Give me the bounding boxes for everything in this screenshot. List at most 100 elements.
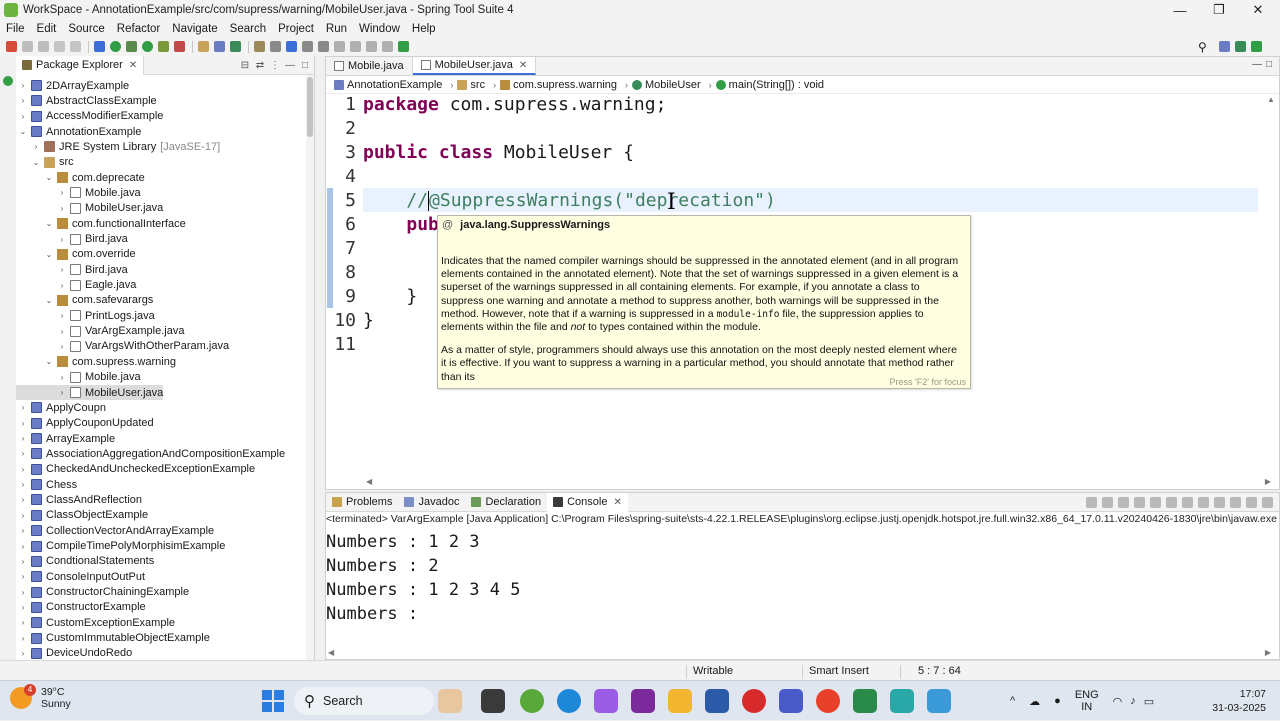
tree-item[interactable]: › 2DArrayExample bbox=[16, 78, 129, 93]
chevron-right-icon[interactable]: › bbox=[18, 542, 28, 551]
tree-item[interactable]: › Bird.java bbox=[16, 262, 128, 277]
maximize-view-icon[interactable]: □ bbox=[1263, 59, 1275, 70]
chevron-right-icon[interactable]: › bbox=[57, 188, 67, 197]
chevron-right-icon[interactable]: › bbox=[57, 311, 67, 320]
tree-item[interactable]: › Eagle.java bbox=[16, 278, 137, 293]
breadcrumb-method[interactable]: main(String[]) : void bbox=[715, 79, 824, 91]
spring-boot-dashboard-icon[interactable] bbox=[110, 41, 121, 52]
chevron-right-icon[interactable]: › bbox=[18, 588, 28, 597]
tree-item[interactable]: › ClassObjectExample bbox=[16, 508, 148, 523]
coverage-icon[interactable] bbox=[158, 41, 169, 52]
close-button[interactable]: ✕ bbox=[1238, 0, 1278, 20]
menu-edit[interactable]: Edit bbox=[31, 23, 63, 35]
edge-browser-icon[interactable] bbox=[557, 689, 581, 713]
close-icon[interactable]: ✕ bbox=[519, 60, 527, 71]
previous-annotation-icon[interactable] bbox=[350, 41, 361, 52]
chevron-right-icon[interactable]: › bbox=[31, 142, 41, 151]
tree-item[interactable]: › VarArgsWithOtherParam.java bbox=[16, 339, 229, 354]
minimize-view-icon[interactable] bbox=[1246, 497, 1257, 508]
terminal-icon[interactable] bbox=[94, 41, 105, 52]
chevron-up-icon[interactable]: ^ bbox=[1010, 695, 1015, 707]
link-with-editor-icon[interactable]: ⇄ bbox=[255, 60, 265, 71]
word-wrap-icon[interactable] bbox=[1166, 497, 1177, 508]
console-output[interactable]: Numbers : 1 2 3 Numbers : 2 Numbers : 1 … bbox=[326, 530, 1279, 626]
spring-perspective-icon[interactable] bbox=[1250, 41, 1262, 52]
tree-item[interactable]: › MobileUser.java bbox=[16, 385, 164, 400]
remove-all-icon[interactable] bbox=[1118, 497, 1129, 508]
tab-console[interactable]: Console ✕ bbox=[547, 492, 628, 512]
tree-item[interactable]: › AbstractClassExample bbox=[16, 93, 157, 108]
chevron-right-icon[interactable]: › bbox=[57, 388, 67, 397]
remove-launch-icon[interactable] bbox=[1102, 497, 1113, 508]
chevron-right-icon[interactable]: › bbox=[18, 480, 28, 489]
undo-icon[interactable] bbox=[54, 41, 65, 52]
microsoft-store-icon[interactable] bbox=[705, 689, 729, 713]
spring-tool-suite-taskbar-icon[interactable] bbox=[520, 689, 544, 713]
wifi-icon[interactable]: ◠ bbox=[1113, 695, 1123, 708]
toggle-mark-occurrences-icon[interactable] bbox=[286, 41, 297, 52]
tree-item[interactable]: › ApplyCouponUpdated bbox=[16, 416, 154, 431]
boot-dashboard-icon[interactable] bbox=[3, 76, 13, 86]
close-icon[interactable]: ✕ bbox=[129, 60, 137, 71]
tab-declaration[interactable]: Declaration bbox=[465, 493, 547, 512]
screen-recorder-icon[interactable] bbox=[742, 689, 766, 713]
pin-console-icon[interactable] bbox=[1182, 497, 1193, 508]
minimize-view-icon[interactable]: — bbox=[1251, 59, 1263, 70]
menu-file[interactable]: File bbox=[0, 23, 31, 35]
taskbar-clock[interactable]: 17:07 31-03-2025 bbox=[1212, 687, 1266, 715]
tree-item[interactable]: › AccessModifierExample bbox=[16, 109, 164, 124]
onedrive-cloud-icon[interactable]: ☁ bbox=[1029, 695, 1040, 708]
breadcrumb-package[interactable]: com.supress.warning bbox=[500, 79, 617, 91]
tree-item[interactable]: › VarArgExample.java bbox=[16, 324, 185, 339]
chevron-right-icon[interactable]: › bbox=[18, 403, 28, 412]
tree-item[interactable]: › JRE System Library [JavaSE-17] bbox=[16, 139, 220, 154]
tree-item[interactable]: › Chess bbox=[16, 477, 78, 492]
tree-item[interactable]: › CompileTimePolyMorphisimExample bbox=[16, 539, 226, 554]
menu-search[interactable]: Search bbox=[224, 23, 272, 35]
chevron-right-icon[interactable]: › bbox=[57, 235, 67, 244]
clear-console-icon[interactable] bbox=[1134, 497, 1145, 508]
tree-item[interactable]: › Mobile.java bbox=[16, 370, 141, 385]
microphone-icon[interactable]: ● bbox=[1054, 695, 1061, 707]
chevron-right-icon[interactable]: › bbox=[18, 618, 28, 627]
redo-icon[interactable] bbox=[70, 41, 81, 52]
battery-icon[interactable]: ▭ bbox=[1144, 695, 1154, 708]
chevron-down-icon[interactable]: ⌄ bbox=[31, 158, 41, 167]
taskbar-search[interactable]: ⚲ Search bbox=[294, 687, 434, 715]
editor-vertical-scrollbar[interactable]: ▲ bbox=[1267, 95, 1277, 475]
chevron-right-icon[interactable]: › bbox=[57, 342, 67, 351]
tree-item[interactable]: › CustomImmutableObjectExample bbox=[16, 631, 210, 646]
tree-item[interactable]: › ArrayExample bbox=[16, 431, 115, 446]
chevron-down-icon[interactable]: ⌄ bbox=[44, 173, 54, 182]
scroll-right-icon[interactable]: ▶ bbox=[1265, 477, 1271, 486]
chevron-right-icon[interactable]: › bbox=[18, 603, 28, 612]
tree-item[interactable]: › MobileUser.java bbox=[16, 201, 164, 216]
editor-tab-mobileuser[interactable]: MobileUser.java ✕ bbox=[412, 57, 537, 75]
onenote-icon[interactable] bbox=[631, 689, 655, 713]
chevron-right-icon[interactable]: › bbox=[18, 526, 28, 535]
chevron-down-icon[interactable]: ⌄ bbox=[18, 127, 28, 136]
excel-icon[interactable] bbox=[853, 689, 877, 713]
pin-editor-icon[interactable] bbox=[398, 41, 409, 52]
tab-javadoc[interactable]: Javadoc bbox=[398, 493, 465, 512]
tree-item[interactable]: › ConstructorChainingExample bbox=[16, 585, 189, 600]
scroll-lock-icon[interactable] bbox=[1150, 497, 1161, 508]
new-icon[interactable] bbox=[6, 41, 17, 52]
chevron-down-icon[interactable]: ⌄ bbox=[44, 357, 54, 366]
volume-icon[interactable]: ♪ bbox=[1130, 695, 1136, 707]
task-view-icon[interactable] bbox=[481, 689, 505, 713]
menu-refactor[interactable]: Refactor bbox=[111, 23, 166, 35]
view-menu-icon[interactable] bbox=[1230, 497, 1241, 508]
menu-project[interactable]: Project bbox=[272, 23, 320, 35]
chevron-right-icon[interactable]: › bbox=[18, 449, 28, 458]
tree-item[interactable]: › ConstructorExample bbox=[16, 600, 146, 615]
tree-item[interactable]: › Mobile.java bbox=[16, 185, 141, 200]
open-console-icon[interactable] bbox=[1214, 497, 1225, 508]
chevron-right-icon[interactable]: › bbox=[18, 495, 28, 504]
scrollbar-thumb[interactable] bbox=[307, 77, 313, 137]
file-explorer-icon[interactable] bbox=[668, 689, 692, 713]
tree-item[interactable]: ⌄ AnnotationExample bbox=[16, 124, 142, 139]
java-perspective-icon[interactable] bbox=[1234, 41, 1246, 52]
display-console-icon[interactable] bbox=[1198, 497, 1209, 508]
chevron-right-icon[interactable]: › bbox=[18, 96, 28, 105]
